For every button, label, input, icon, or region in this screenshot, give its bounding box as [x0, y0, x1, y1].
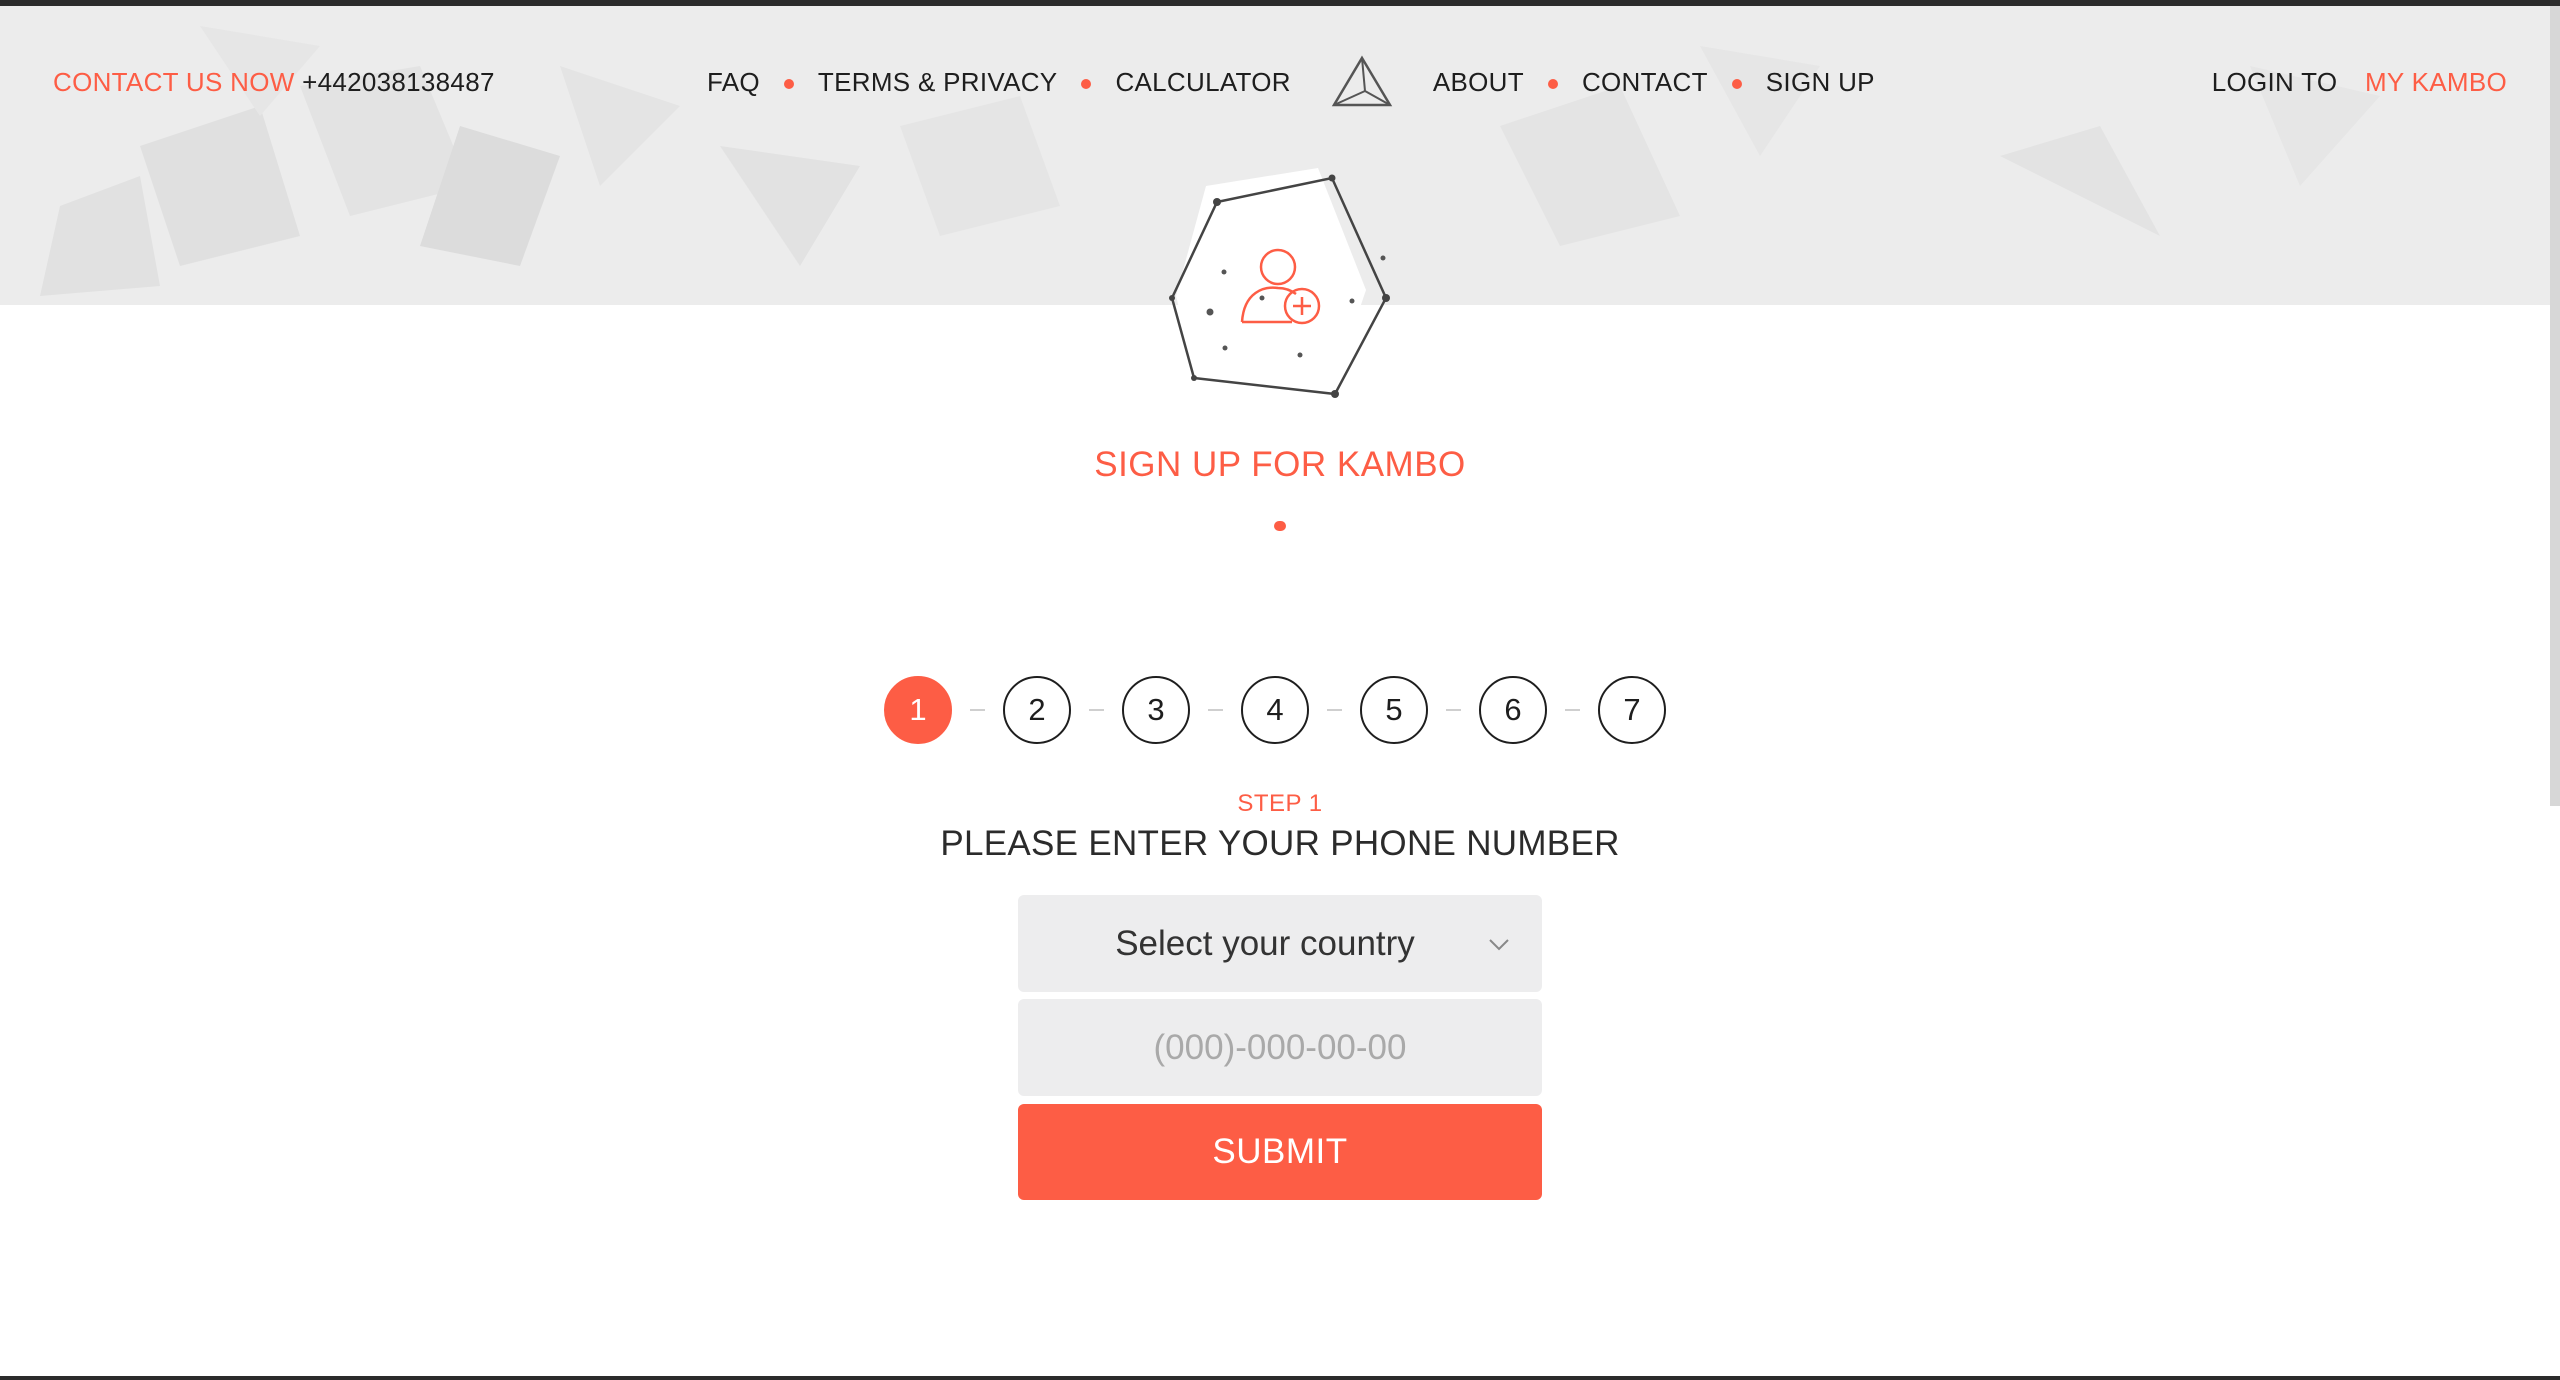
window-bottom-border	[0, 1376, 2560, 1380]
kambo-logo-icon[interactable]	[1331, 55, 1393, 109]
nav-faq[interactable]: FAQ	[707, 62, 760, 102]
step-connector	[1327, 709, 1342, 711]
step-7[interactable]: 7	[1598, 676, 1666, 744]
step-heading: PLEASE ENTER YOUR PHONE NUMBER	[940, 824, 1620, 863]
submit-button[interactable]: SUBMIT	[1018, 1104, 1542, 1200]
nav-separator-dot	[1081, 79, 1092, 89]
nav-about[interactable]: ABOUT	[1433, 62, 1524, 102]
step-connector	[1089, 709, 1104, 711]
nav-separator-dot	[783, 79, 794, 89]
step-2[interactable]: 2	[1003, 676, 1071, 744]
contact-phone-link[interactable]: +442038138487	[302, 67, 495, 97]
signup-emblem	[1140, 160, 1420, 410]
contact-info: CONTACT US NOW +442038138487	[53, 62, 495, 102]
step-3[interactable]: 3	[1122, 676, 1190, 744]
page-title: SIGN UP FOR KAMBO	[1094, 445, 1466, 484]
step-label: STEP 1	[1237, 790, 1323, 817]
scrollbar[interactable]	[2550, 6, 2560, 806]
step-5[interactable]: 5	[1360, 676, 1428, 744]
top-navigation: CONTACT US NOW +442038138487 FAQ TERMS &…	[0, 55, 2560, 107]
nav-terms-privacy[interactable]: TERMS & PRIVACY	[818, 62, 1058, 102]
chevron-down-icon	[1489, 939, 1509, 951]
nav-sign-up[interactable]: SIGN UP	[1766, 62, 1875, 102]
step-connector	[970, 709, 985, 711]
title-underline-dot	[1274, 521, 1286, 531]
step-indicator: 1 2 3 4 5 6 7	[884, 676, 1666, 744]
nav-separator-dot	[1731, 79, 1742, 89]
phone-number-input[interactable]	[1018, 999, 1542, 1096]
step-connector	[1208, 709, 1223, 711]
my-kambo-link[interactable]: MY KAMBO	[2365, 67, 2507, 97]
country-select-value: Select your country	[1115, 923, 1415, 963]
phone-form: Select your country SUBMIT	[1018, 895, 1542, 1200]
main-menu: FAQ TERMS & PRIVACY CALCULATOR ABOUT CON…	[707, 55, 1875, 107]
contact-us-label: CONTACT US NOW	[53, 67, 295, 97]
nav-contact[interactable]: CONTACT	[1582, 62, 1708, 102]
login-area: LOGIN TO MY KAMBO	[2212, 62, 2507, 102]
step-4[interactable]: 4	[1241, 676, 1309, 744]
step-6[interactable]: 6	[1479, 676, 1547, 744]
login-label: LOGIN TO	[2211, 67, 2338, 97]
step-connector	[1565, 709, 1580, 711]
step-connector	[1446, 709, 1461, 711]
nav-separator-dot	[1547, 79, 1558, 89]
nav-calculator[interactable]: CALCULATOR	[1115, 62, 1290, 102]
country-select[interactable]: Select your country	[1018, 895, 1542, 992]
step-1[interactable]: 1	[884, 676, 952, 744]
